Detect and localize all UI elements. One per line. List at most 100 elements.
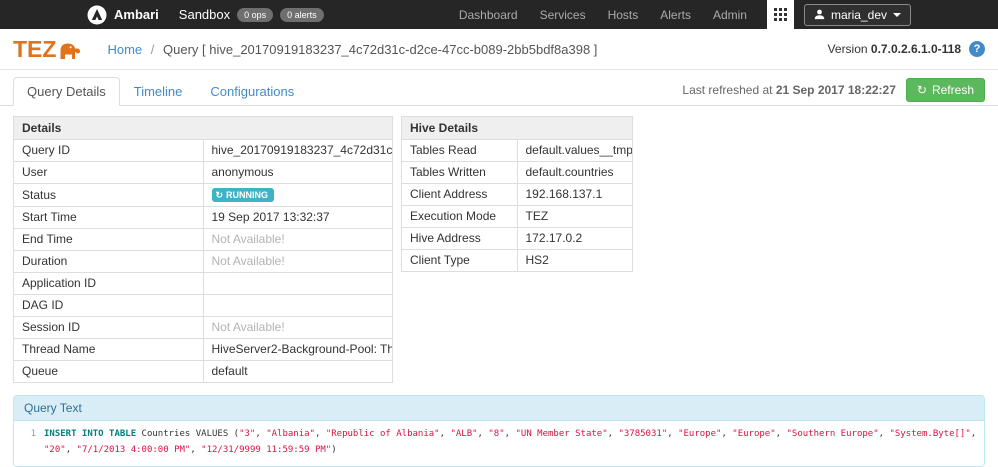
table-row: DAG ID	[14, 295, 393, 317]
query-text-panel-title: Query Text	[14, 396, 984, 421]
row-value	[203, 273, 393, 295]
last-refreshed-label: Last refreshed at	[682, 83, 772, 97]
table-row: User anonymous	[14, 162, 393, 184]
spinner-icon: ↻	[216, 190, 224, 200]
top-navbar: Ambari Sandbox 0 ops 0 alerts Dashboard …	[0, 0, 998, 29]
table-row: Queue default	[14, 361, 393, 383]
table-row: Duration Not Available!	[14, 251, 393, 273]
query-text-panel: Query Text 1 INSERT INTO TABLE Countries…	[13, 395, 985, 467]
ops-badge[interactable]: 0 ops	[237, 8, 273, 22]
breadcrumb-separator: /	[151, 42, 155, 57]
caret-down-icon	[893, 13, 901, 17]
refresh-button[interactable]: ↻ Refresh	[906, 78, 985, 102]
hive-details-table: Hive Details Tables Read default.values_…	[401, 116, 633, 272]
table-row: Thread Name HiveServer2-Background-Pool:…	[14, 339, 393, 361]
user-icon	[814, 9, 825, 20]
cluster-name[interactable]: Sandbox	[179, 7, 230, 22]
query-text-panel-body: 1 INSERT INTO TABLE Countries VALUES ("3…	[14, 421, 984, 466]
last-refreshed-timestamp: 21 Sep 2017 18:22:27	[776, 83, 896, 97]
refresh-icon: ↻	[917, 83, 927, 97]
row-value: 172.17.0.2	[517, 228, 633, 250]
row-value: default.values__tmp__table__1	[517, 140, 633, 162]
tab-timeline[interactable]: Timeline	[120, 77, 197, 106]
row-value: HiveServer2-Background-Pool: Thread-2030…	[203, 339, 393, 361]
table-row: Application ID	[14, 273, 393, 295]
nav-link-alerts[interactable]: Alerts	[649, 8, 702, 22]
views-menu-button[interactable]	[767, 0, 794, 29]
nav-link-services[interactable]: Services	[529, 8, 597, 22]
ambari-logo-icon	[87, 5, 107, 25]
row-label: User	[14, 162, 204, 184]
table-row: End Time Not Available!	[14, 229, 393, 251]
user-name: maria_dev	[831, 8, 887, 22]
table-row: Execution Mode TEZ	[402, 206, 633, 228]
tab-query-details[interactable]: Query Details	[13, 77, 120, 106]
breadcrumb: Home / Query [ hive_20170919183237_4c72d…	[107, 42, 597, 57]
brand-label: Ambari	[114, 7, 159, 22]
table-row: Client Type HS2	[402, 250, 633, 272]
status-badge-label: RUNNING	[226, 190, 268, 200]
status-badge: ↻ RUNNING	[212, 188, 275, 202]
tab-configurations[interactable]: Configurations	[196, 77, 308, 106]
nav-link-admin[interactable]: Admin	[702, 8, 758, 22]
row-value: hive_20170919183237_4c72d31c-d2ce-47cc-b…	[203, 140, 393, 162]
table-header-row: Details	[14, 117, 393, 140]
version-label: Version	[828, 42, 868, 56]
table-row: Session ID Not Available!	[14, 317, 393, 339]
row-value: default.countries	[517, 162, 633, 184]
alerts-badge[interactable]: 0 alerts	[280, 8, 324, 22]
table-row: Query ID hive_20170919183237_4c72d31c-d2…	[14, 140, 393, 162]
table-row: Start Time 19 Sep 2017 13:32:37	[14, 207, 393, 229]
tab-bar: Query Details Timeline Configurations La…	[0, 70, 998, 106]
row-label: Client Type	[402, 250, 518, 272]
row-label: Execution Mode	[402, 206, 518, 228]
code-line: INSERT INTO TABLE Countries VALUES ("3",…	[44, 426, 984, 442]
row-label: Hive Address	[402, 228, 518, 250]
line-number: 1	[14, 426, 44, 458]
table-row: Tables Read default.values__tmp__table__…	[402, 140, 633, 162]
row-label: Duration	[14, 251, 204, 273]
row-label: Query ID	[14, 140, 204, 162]
refresh-button-label: Refresh	[932, 83, 974, 97]
row-value: default	[203, 361, 393, 383]
breadcrumb-home[interactable]: Home	[107, 42, 142, 57]
ambari-brand[interactable]: Ambari	[87, 5, 159, 25]
row-label: Client Address	[402, 184, 518, 206]
row-label: Tables Read	[402, 140, 518, 162]
table-row: Status ↻ RUNNING	[14, 184, 393, 207]
row-value: 192.168.137.1	[517, 184, 633, 206]
table-row: Tables Written default.countries	[402, 162, 633, 184]
row-label: Queue	[14, 361, 204, 383]
tez-header: TEZ Home / Query [ hive_20170919183237_4…	[0, 29, 998, 70]
row-label: Status	[14, 184, 204, 207]
last-refreshed-text: Last refreshed at 21 Sep 2017 18:22:27	[682, 83, 896, 97]
code-line: "20", "7/1/2013 4:00:00 PM", "12/31/9999…	[44, 442, 984, 458]
table-row: Client Address 192.168.137.1	[402, 184, 633, 206]
row-value: ↻ RUNNING	[203, 184, 393, 207]
tez-logo: TEZ	[13, 38, 81, 61]
row-value: Not Available!	[203, 251, 393, 273]
row-value: Not Available!	[203, 317, 393, 339]
version-value: 0.7.0.2.6.1.0-118	[871, 42, 961, 56]
row-value: Not Available!	[203, 229, 393, 251]
table-row: Hive Address 172.17.0.2	[402, 228, 633, 250]
user-menu-button[interactable]: maria_dev	[804, 4, 911, 26]
help-icon[interactable]: ?	[969, 41, 985, 57]
version-text: Version 0.7.0.2.6.1.0-118	[828, 42, 961, 56]
row-label: Start Time	[14, 207, 204, 229]
row-label: DAG ID	[14, 295, 204, 317]
row-label: Application ID	[14, 273, 204, 295]
tez-elephant-icon	[57, 40, 81, 61]
row-label: Tables Written	[402, 162, 518, 184]
tez-logo-text: TEZ	[13, 38, 56, 61]
nav-link-dashboard[interactable]: Dashboard	[448, 8, 529, 22]
breadcrumb-current: Query [ hive_20170919183237_4c72d31c-d2c…	[163, 42, 597, 57]
row-value	[203, 295, 393, 317]
apps-grid-icon	[774, 8, 787, 21]
nav-link-hosts[interactable]: Hosts	[597, 8, 650, 22]
hive-details-table-title: Hive Details	[402, 117, 633, 140]
details-table: Details Query ID hive_20170919183237_4c7…	[13, 116, 393, 383]
row-value: anonymous	[203, 162, 393, 184]
row-label: Session ID	[14, 317, 204, 339]
row-value: TEZ	[517, 206, 633, 228]
